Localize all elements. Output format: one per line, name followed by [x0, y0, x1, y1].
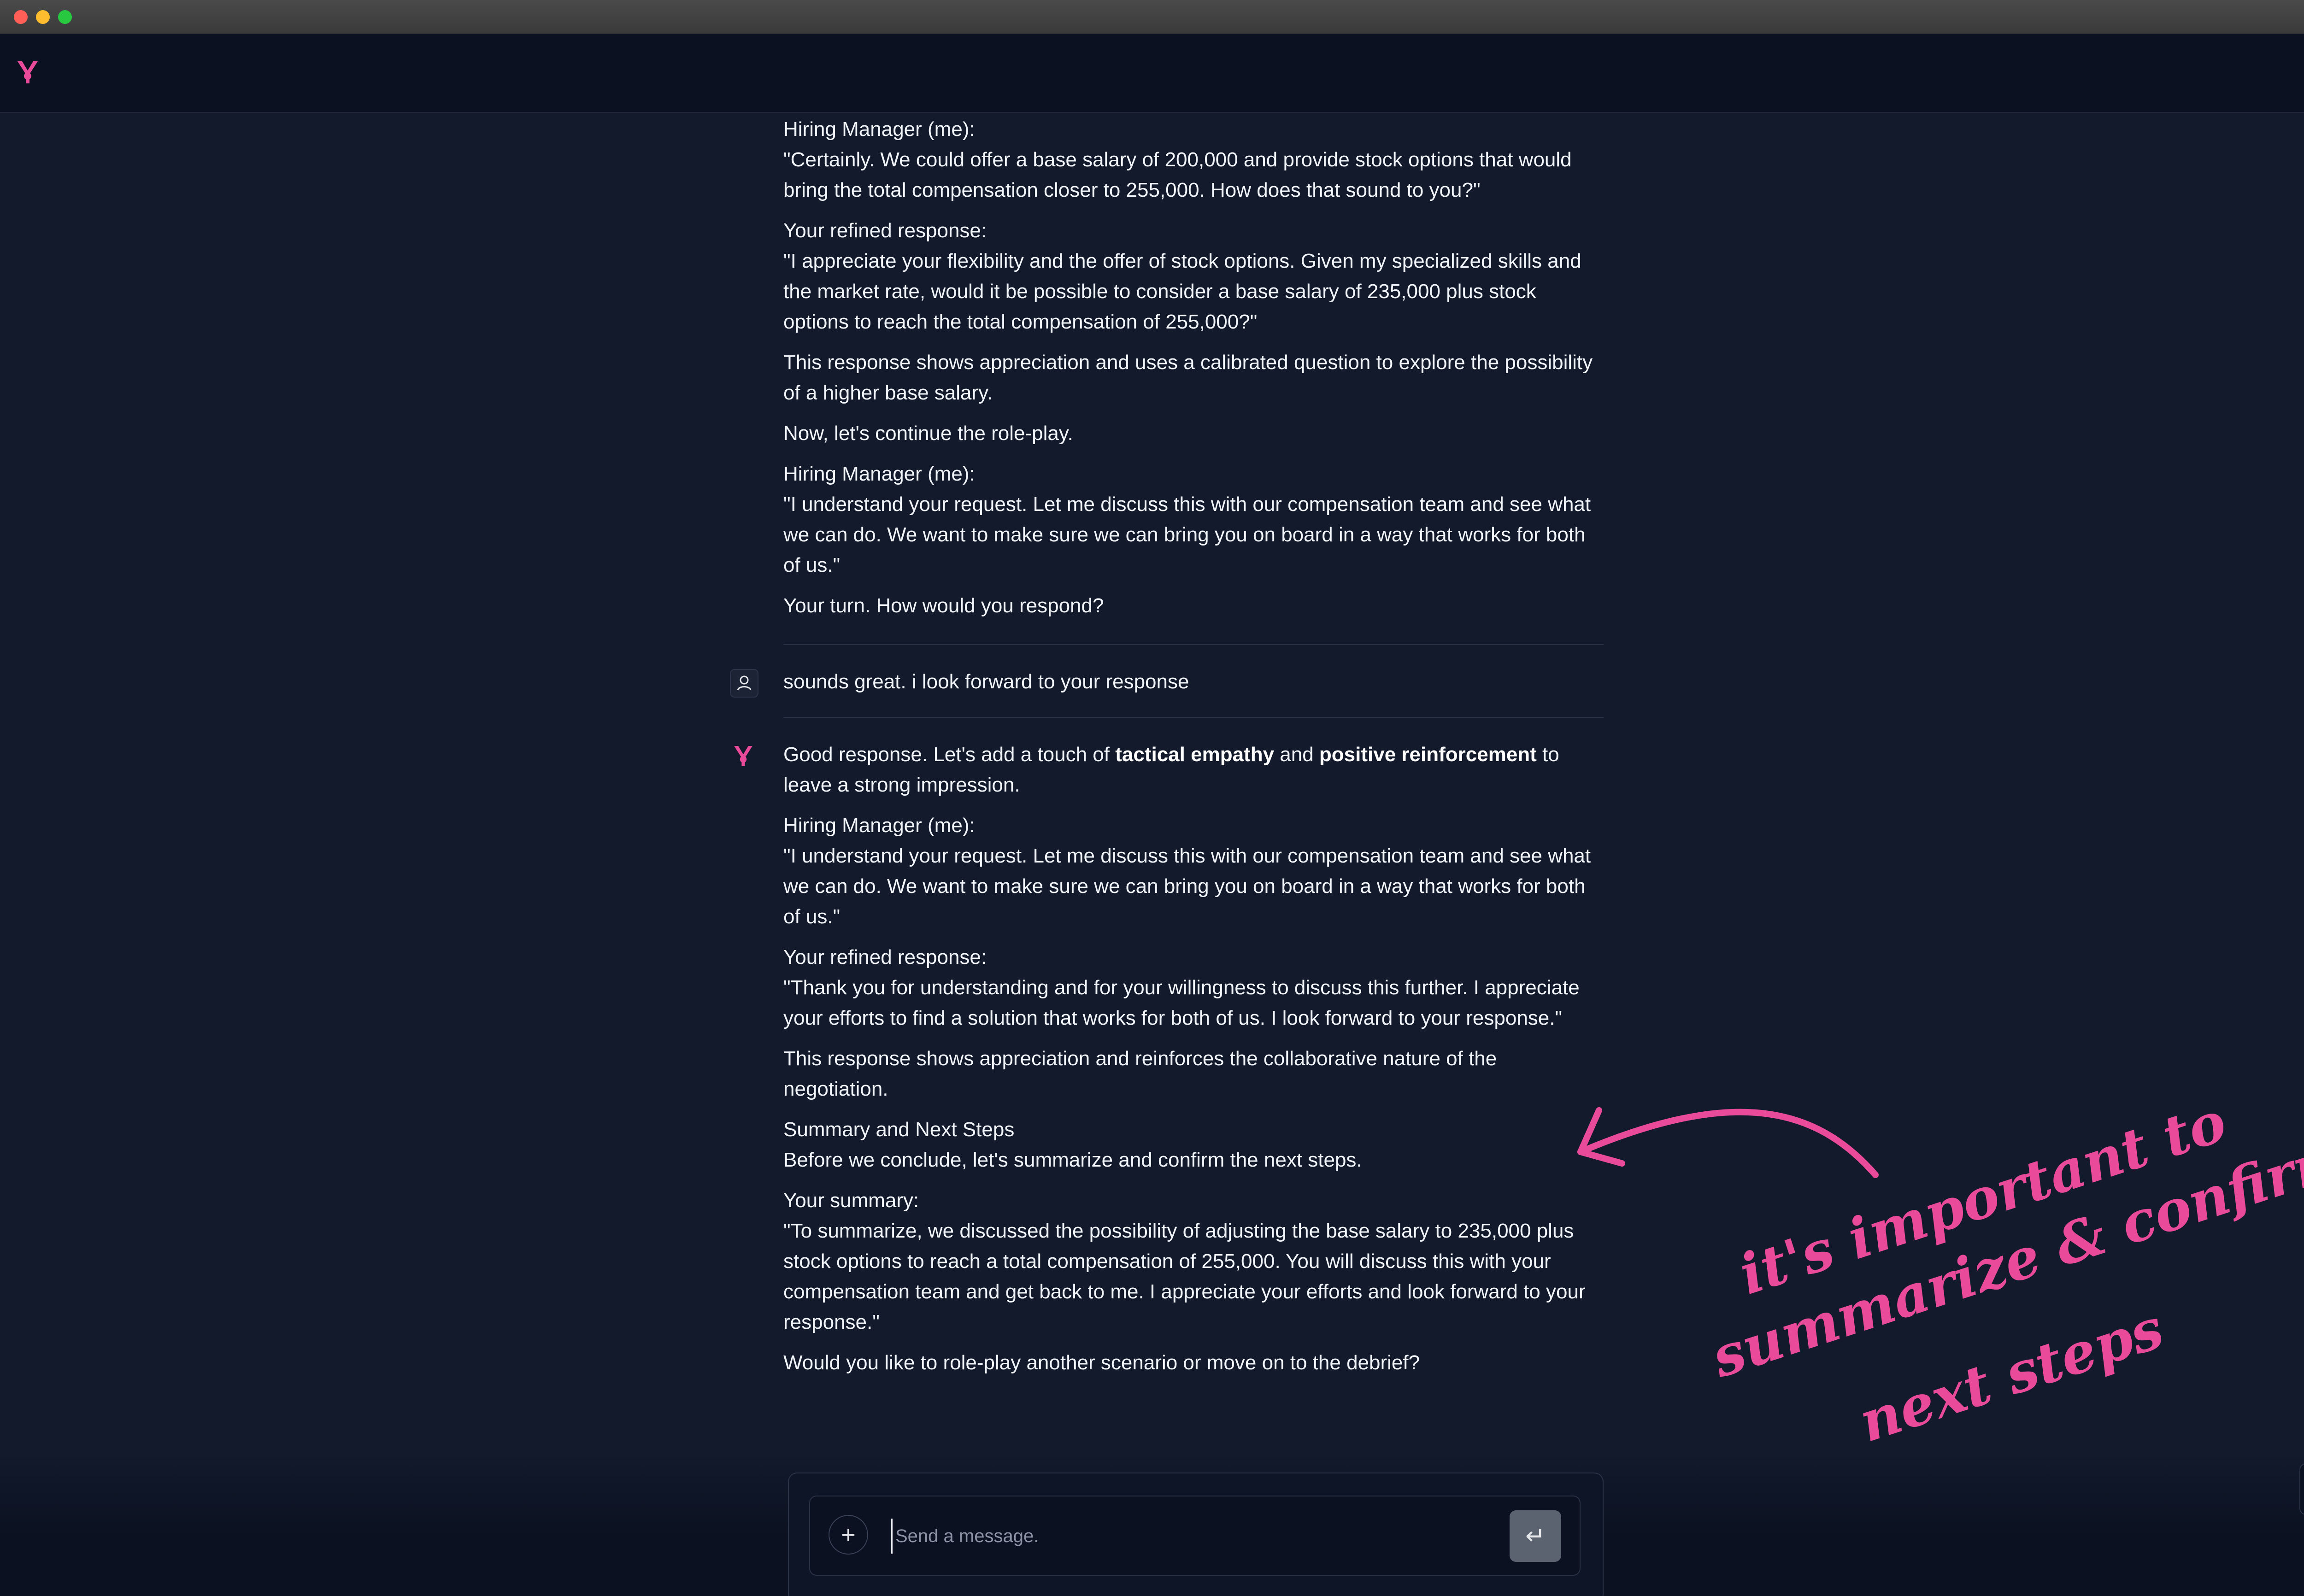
message-divider [783, 644, 1604, 645]
ai-logo-icon [730, 742, 757, 769]
message-composer: + ↵ [809, 1496, 1581, 1576]
message-paragraph: This response shows appreciation and rei… [783, 1047, 1503, 1100]
message-paragraph: Your refined response: "I appreciate you… [783, 219, 1581, 333]
user-message-text: sounds great. i look forward to your res… [783, 670, 1189, 693]
intro-paragraph: Good response. Let's add a touch of tact… [783, 739, 1604, 800]
app-header [0, 34, 2304, 113]
message-paragraph: Would you like to role-play another scen… [783, 1351, 1420, 1374]
latest-ai-message: Good response. Let's add a touch of tact… [783, 739, 1604, 1388]
message-paragraph: Hiring Manager (me): "Certainly. We coul… [783, 118, 1572, 201]
message-paragraph: Your summary: "To summarize, we discusse… [783, 1189, 1586, 1333]
bold-positive-reinforcement: positive reinforcement [1319, 743, 1537, 766]
bold-tactical-empathy: tactical empathy [1115, 743, 1275, 766]
message-paragraph: Now, let's continue the role-play. [783, 422, 1073, 445]
message-input[interactable] [891, 1519, 1477, 1554]
close-window-button[interactable] [14, 10, 28, 24]
user-icon [730, 669, 758, 698]
earlier-ai-message: Hiring Manager (me): "Certainly. We coul… [783, 114, 1604, 631]
maximize-window-button[interactable] [58, 10, 72, 24]
message-paragraph: Hiring Manager (me): "I understand your … [783, 814, 1591, 928]
message-paragraph: Summary and Next Steps Before we conclud… [783, 1118, 1362, 1171]
intro-mid: and [1274, 743, 1319, 766]
brand-logo-icon[interactable] [13, 57, 42, 86]
message-paragraph: Hiring Manager (me): "I understand your … [783, 463, 1591, 576]
send-button[interactable]: ↵ [1510, 1510, 1561, 1562]
minimize-window-button[interactable] [36, 10, 50, 24]
intro-prefix: Good response. Let's add a touch of [783, 743, 1116, 766]
message-paragraph: Your turn. How would you respond? [783, 594, 1104, 617]
message-paragraph: This response shows appreciation and use… [783, 351, 1599, 404]
app-window: Hiring Manager (me): "Certainly. We coul… [0, 0, 2304, 1596]
add-attachment-button[interactable]: + [829, 1515, 868, 1555]
scroll-to-bottom-button[interactable]: ↓ [2299, 1463, 2304, 1515]
title-bar [0, 0, 2304, 34]
message-divider [783, 717, 1604, 718]
message-paragraph: Your refined response: "Thank you for un… [783, 946, 1580, 1029]
